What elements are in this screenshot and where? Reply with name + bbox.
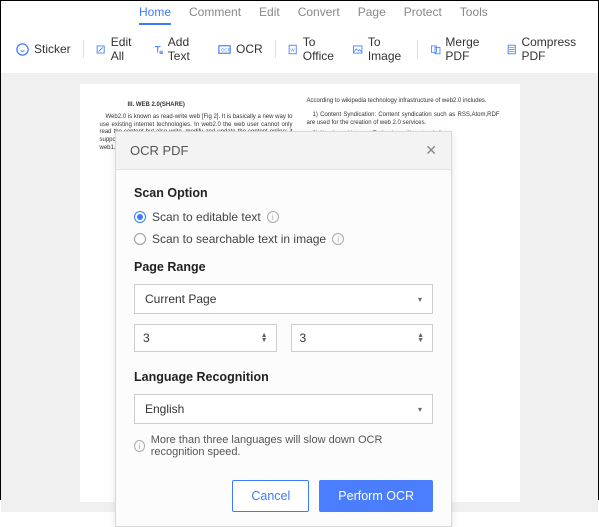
radio-icon-selected (134, 211, 146, 223)
merge-pdf-icon (430, 42, 441, 57)
spinner-controls: ▲ ▼ (417, 333, 424, 343)
merge-pdf-label: Merge PDF (445, 35, 492, 63)
sticker-button[interactable]: Sticker (11, 40, 75, 59)
to-image-button[interactable]: To Image (348, 33, 409, 65)
spinner-controls: ▲ ▼ (261, 333, 268, 343)
language-select[interactable]: English ▾ (134, 394, 433, 424)
perform-ocr-button[interactable]: Perform OCR (319, 480, 433, 512)
add-text-icon (152, 42, 163, 57)
edit-all-icon (95, 42, 106, 57)
doc-para-2b: 1) Content Syndication: Content syndicat… (307, 112, 500, 128)
spinner-down-icon[interactable]: ▼ (261, 338, 268, 343)
language-value: English (145, 402, 184, 416)
divider (275, 40, 276, 58)
page-to-input[interactable]: 3 ▲ ▼ (291, 324, 434, 352)
spinner-down-icon[interactable]: ▼ (417, 338, 424, 343)
edit-all-label: Edit All (111, 35, 139, 63)
language-warning: i More than three languages will slow do… (134, 434, 433, 458)
scan-option-heading: Scan Option (134, 186, 433, 200)
page-range-row: 3 ▲ ▼ 3 ▲ ▼ (134, 324, 433, 352)
to-office-label: To Office (303, 35, 339, 63)
dialog-header: OCR PDF ✕ (116, 132, 451, 170)
compress-pdf-icon (506, 42, 517, 57)
cancel-button[interactable]: Cancel (232, 480, 309, 512)
info-icon[interactable]: i (332, 233, 344, 245)
ocr-button[interactable]: OCR OCR (213, 40, 267, 59)
ocr-icon: OCR (217, 42, 232, 57)
tab-home[interactable]: Home (139, 5, 171, 25)
add-text-label: Add Text (168, 35, 203, 63)
doc-heading: III. WEB 2.0(SHARE) (128, 102, 293, 110)
dialog-body: Scan Option Scan to editable text i Scan… (116, 170, 451, 526)
page-from-input[interactable]: 3 ▲ ▼ (134, 324, 277, 352)
radio-label-editable: Scan to editable text (152, 210, 261, 224)
to-image-icon (352, 42, 363, 57)
page-range-select[interactable]: Current Page ▾ (134, 284, 433, 314)
compress-pdf-label: Compress PDF (521, 35, 584, 63)
tab-page[interactable]: Page (358, 5, 386, 25)
ocr-dialog: OCR PDF ✕ Scan Option Scan to editable t… (115, 131, 452, 527)
ocr-label: OCR (236, 42, 263, 56)
tab-convert[interactable]: Convert (298, 5, 340, 25)
info-icon[interactable]: i (267, 211, 279, 223)
compress-pdf-button[interactable]: Compress PDF (502, 33, 588, 65)
language-warning-text: More than three languages will slow down… (151, 434, 433, 458)
to-image-label: To Image (368, 35, 405, 63)
radio-searchable-text[interactable]: Scan to searchable text in image i (134, 232, 433, 246)
dialog-title: OCR PDF (130, 143, 189, 158)
to-office-button[interactable]: W To Office (283, 33, 342, 65)
close-icon[interactable]: ✕ (425, 142, 437, 159)
dialog-actions: Cancel Perform OCR (134, 480, 433, 512)
divider (417, 40, 418, 58)
radio-editable-text[interactable]: Scan to editable text i (134, 210, 433, 224)
tab-protect[interactable]: Protect (404, 5, 442, 25)
svg-text:OCR: OCR (221, 47, 232, 52)
page-to-value: 3 (300, 331, 307, 345)
to-office-icon: W (287, 42, 298, 57)
radio-icon-unselected (134, 233, 146, 245)
info-icon: i (134, 440, 145, 452)
page-range-heading: Page Range (134, 260, 433, 274)
svg-text:W: W (291, 47, 295, 52)
toolbar: Sticker Edit All Add Text OCR OCR W To O… (1, 25, 598, 74)
tab-edit[interactable]: Edit (259, 5, 280, 25)
page-from-value: 3 (143, 331, 150, 345)
sticker-icon (15, 42, 30, 57)
edit-all-button[interactable]: Edit All (91, 33, 142, 65)
tab-comment[interactable]: Comment (189, 5, 241, 25)
add-text-button[interactable]: Add Text (148, 33, 207, 65)
menu-tabs: Home Comment Edit Convert Page Protect T… (1, 1, 598, 25)
merge-pdf-button[interactable]: Merge PDF (426, 33, 496, 65)
doc-para-2a: According to wikipedia technology infras… (307, 98, 500, 106)
chevron-down-icon: ▾ (418, 295, 422, 304)
tab-tools[interactable]: Tools (460, 5, 488, 25)
radio-label-searchable: Scan to searchable text in image (152, 232, 326, 246)
chevron-down-icon: ▾ (418, 405, 422, 414)
sticker-label: Sticker (34, 42, 71, 56)
divider (83, 40, 84, 58)
page-range-value: Current Page (145, 292, 216, 306)
language-recognition-heading: Language Recognition (134, 370, 433, 384)
